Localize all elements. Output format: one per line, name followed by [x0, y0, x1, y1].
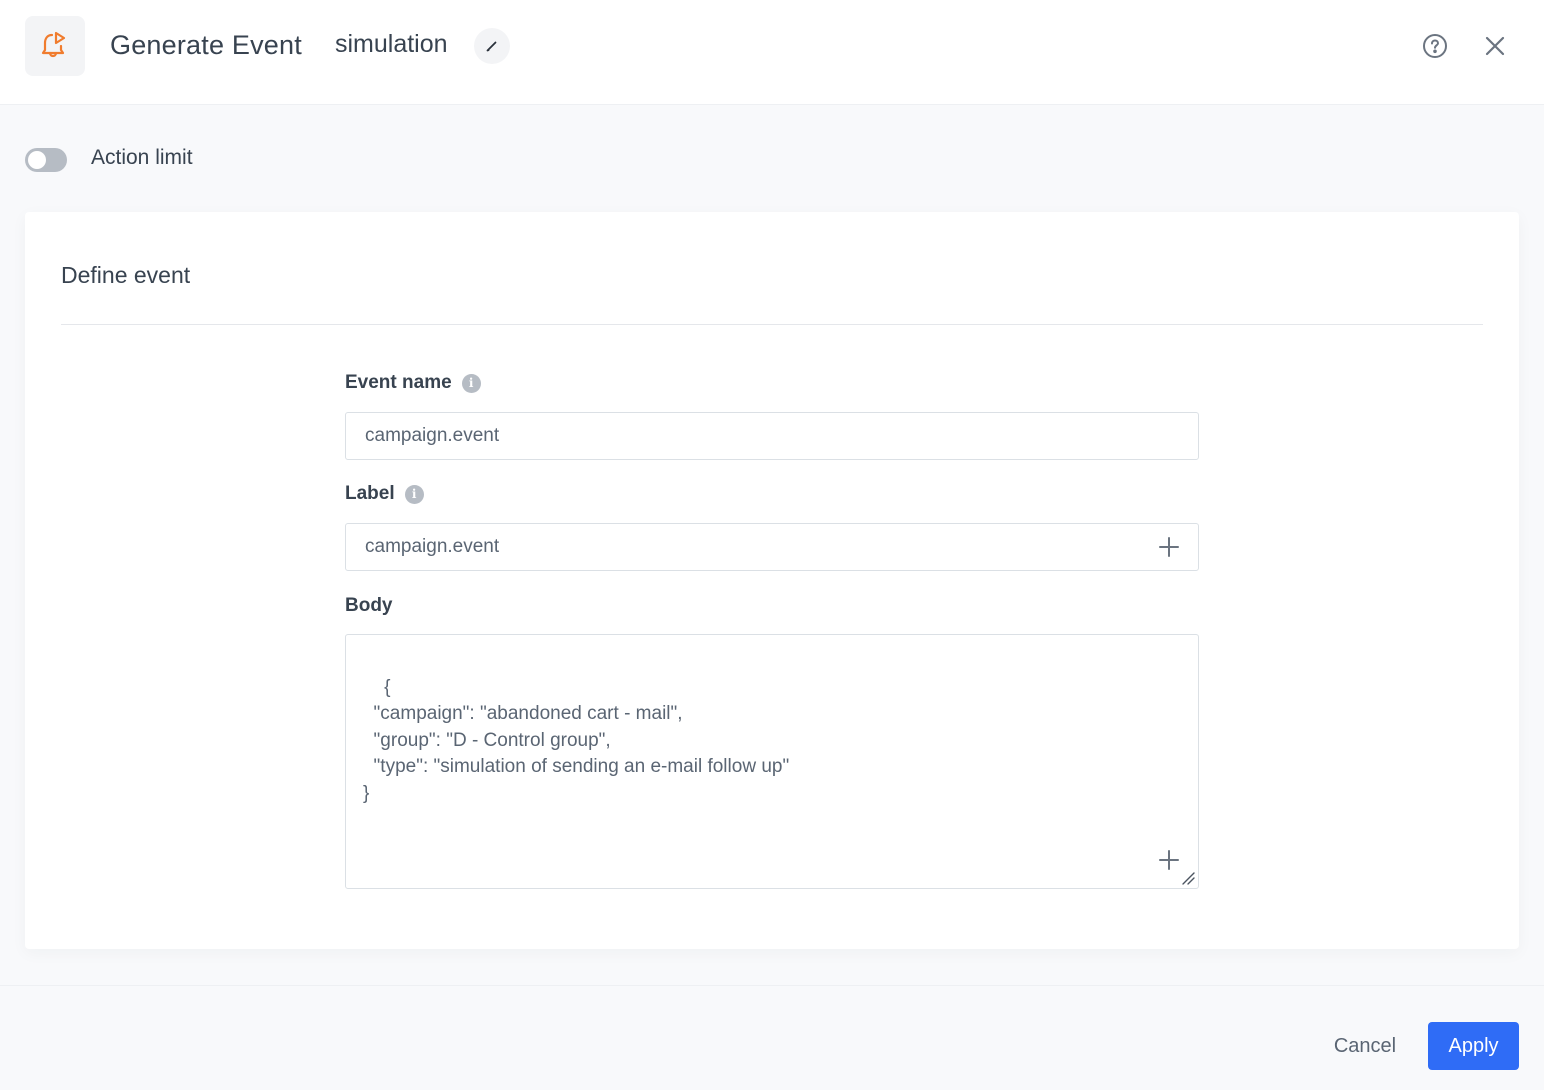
body-label-text: Body: [345, 595, 393, 616]
app-icon-tile: [25, 16, 85, 76]
toggle-knob: [28, 151, 46, 169]
bell-play-icon: [41, 31, 66, 58]
event-name-label: Event name i: [345, 372, 481, 394]
info-icon[interactable]: i: [461, 373, 481, 393]
help-button[interactable]: [1421, 32, 1449, 60]
event-name-label-text: Event name: [345, 372, 452, 393]
label-input[interactable]: campaign.event: [345, 523, 1199, 571]
apply-button[interactable]: Apply: [1428, 1022, 1519, 1070]
header: Generate Event simulation: [0, 0, 1544, 105]
action-limit-toggle[interactable]: [25, 148, 67, 172]
body-textarea[interactable]: { "campaign": "abandoned cart - mail", "…: [345, 634, 1199, 889]
insert-parameter-button[interactable]: [1158, 536, 1180, 558]
plus-icon: [1159, 537, 1179, 557]
define-event-card: Define event Event name i campaign.event…: [25, 212, 1519, 949]
divider: [61, 324, 1483, 325]
insert-parameter-button[interactable]: [1158, 849, 1180, 871]
node-name: simulation: [335, 30, 448, 58]
footer-divider: [0, 985, 1544, 986]
action-limit-label: Action limit: [91, 146, 193, 169]
close-button[interactable]: [1482, 33, 1508, 59]
event-name-value: campaign.event: [365, 425, 500, 446]
label-field-label: Label i: [345, 483, 424, 505]
body-label: Body: [345, 595, 393, 617]
plus-icon: [1159, 850, 1179, 870]
pencil-icon: [486, 41, 497, 52]
cancel-button[interactable]: Cancel: [1318, 1022, 1412, 1070]
resize-handle-icon[interactable]: [1181, 871, 1195, 885]
label-value: campaign.event: [365, 536, 500, 557]
page-title: Generate Event: [110, 30, 302, 60]
event-name-input[interactable]: campaign.event: [345, 412, 1199, 460]
label-field-label-text: Label: [345, 483, 395, 504]
info-icon[interactable]: i: [404, 484, 424, 504]
card-title: Define event: [61, 262, 191, 288]
edit-name-button[interactable]: [474, 28, 510, 64]
help-circle-icon: [1423, 34, 1447, 58]
body-value: { "campaign": "abandoned cart - mail", "…: [363, 676, 790, 804]
close-icon: [1485, 36, 1505, 56]
